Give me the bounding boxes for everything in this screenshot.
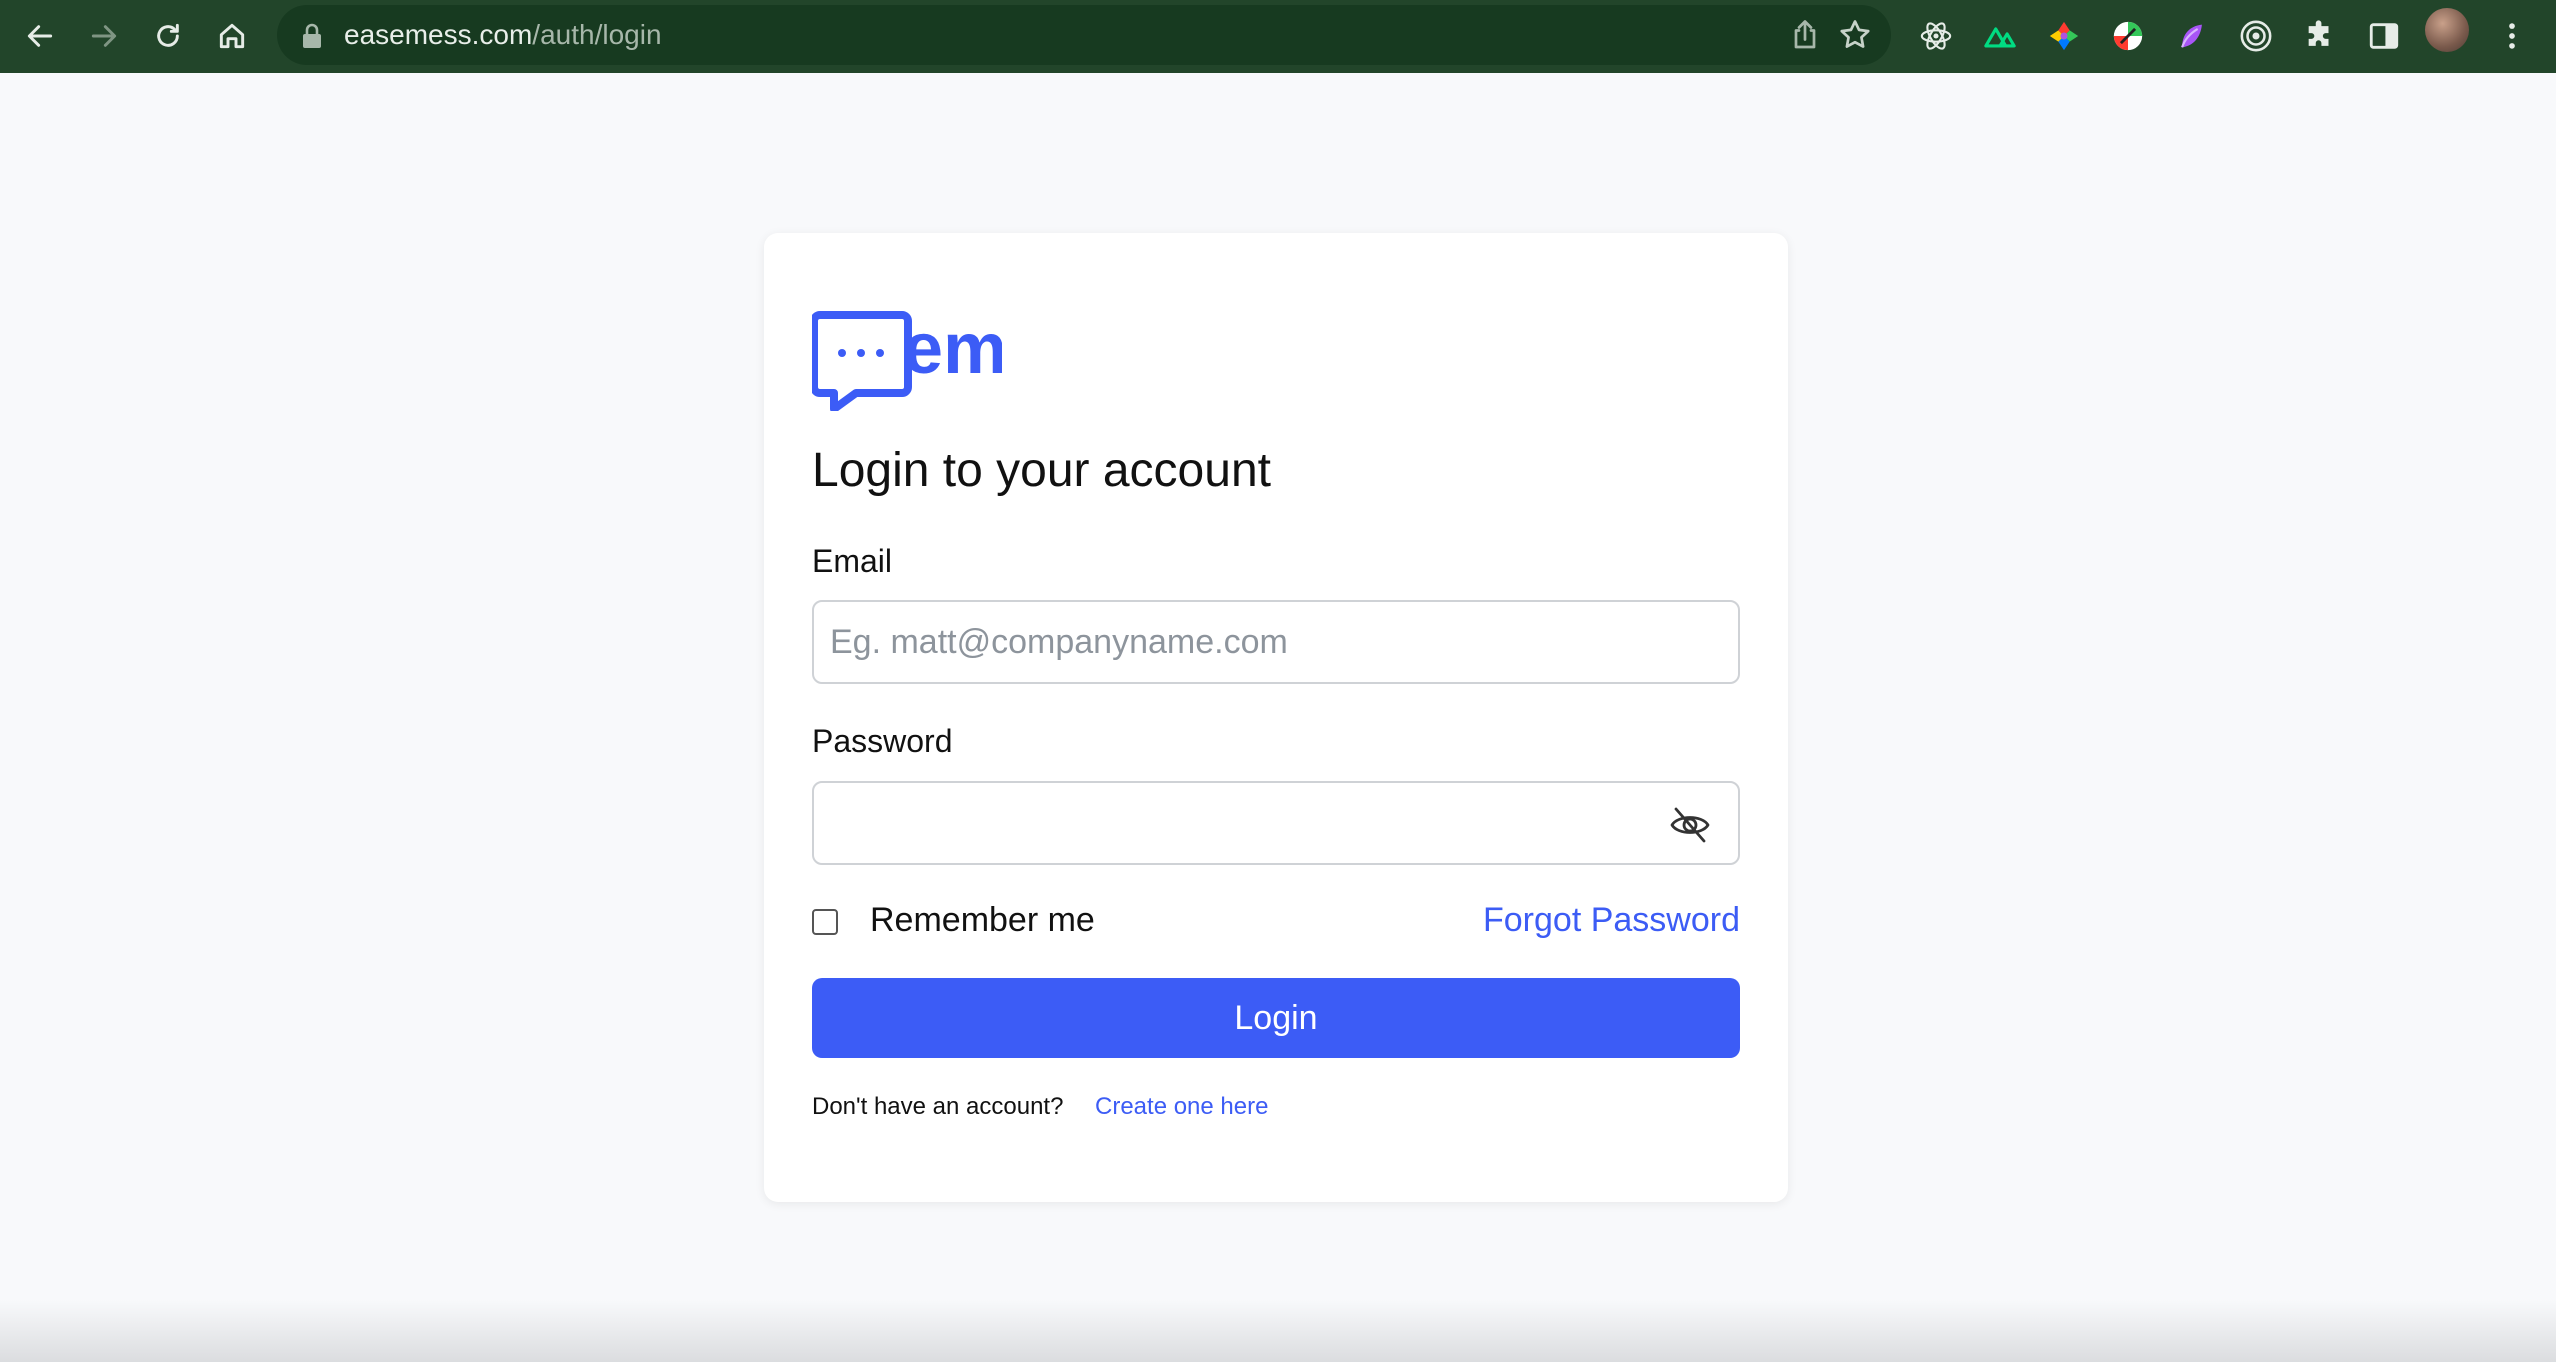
address-bar[interactable]: easemess.com/auth/login <box>277 5 1891 65</box>
brand-logo: em <box>810 309 1007 413</box>
extensions-button[interactable] <box>2298 14 2342 58</box>
password-input[interactable] <box>830 783 1670 863</box>
kebab-menu-icon <box>2509 23 2515 49</box>
purple-extension[interactable] <box>2170 14 2214 58</box>
bottom-shadow <box>0 1300 2556 1362</box>
forward-arrow-icon <box>91 25 117 47</box>
back-arrow-icon <box>27 25 53 47</box>
browser-menu-button[interactable] <box>2490 14 2534 58</box>
dial-extension-icon <box>2113 21 2143 51</box>
dial-extension[interactable] <box>2106 14 2150 58</box>
lock-icon <box>303 23 321 48</box>
login-card: em Login to your account Email Password … <box>764 233 1788 1202</box>
reload-button[interactable] <box>142 10 194 62</box>
side-panel-button[interactable] <box>2362 14 2406 58</box>
reload-icon <box>157 23 179 47</box>
side-panel-icon <box>2369 23 2399 49</box>
nuxt-extension[interactable] <box>1978 14 2022 58</box>
back-button[interactable] <box>14 10 66 62</box>
email-field[interactable] <box>812 600 1740 684</box>
browser-toolbar: easemess.com/auth/login <box>0 0 2556 73</box>
logo-text: em <box>903 311 1002 389</box>
react-devtools-extension[interactable] <box>1914 14 1958 58</box>
home-icon <box>219 23 245 49</box>
password-label: Password <box>812 723 953 759</box>
password-field[interactable] <box>812 781 1740 865</box>
email-input[interactable] <box>830 602 1670 682</box>
bookmark-star-icon[interactable] <box>1837 17 1873 53</box>
forward-button[interactable] <box>78 10 130 62</box>
extensions-puzzle-icon <box>2308 20 2329 46</box>
url-text: easemess.com/auth/login <box>344 19 662 51</box>
page-title: Login to your account <box>812 444 1271 497</box>
target-extension[interactable] <box>2234 14 2278 58</box>
purple-extension-icon <box>2181 24 2202 48</box>
remember-me-label[interactable]: Remember me <box>870 901 1095 940</box>
forgot-password-link[interactable]: Forgot Password <box>1483 901 1740 940</box>
react-devtools-icon <box>1920 22 1952 50</box>
email-label: Email <box>812 543 893 579</box>
colorful-extension-icon <box>2049 21 2079 51</box>
create-account-link[interactable]: Create one here <box>1095 1093 1268 1121</box>
url-path: /auth/login <box>532 19 662 50</box>
colorful-extension[interactable] <box>2042 14 2086 58</box>
no-account-text: Don't have an account? <box>812 1093 1064 1120</box>
login-button[interactable]: Login <box>812 978 1740 1058</box>
chat-bubble-logo-icon: em <box>810 309 1007 413</box>
home-button[interactable] <box>206 10 258 62</box>
nuxt-icon <box>1984 27 2016 48</box>
target-extension-icon <box>2240 20 2272 52</box>
profile-avatar[interactable] <box>2425 8 2469 52</box>
remember-me-checkbox[interactable] <box>812 909 838 935</box>
url-host: easemess.com <box>344 19 533 50</box>
share-icon[interactable] <box>1787 17 1823 53</box>
eye-slash-icon[interactable] <box>1668 805 1712 845</box>
